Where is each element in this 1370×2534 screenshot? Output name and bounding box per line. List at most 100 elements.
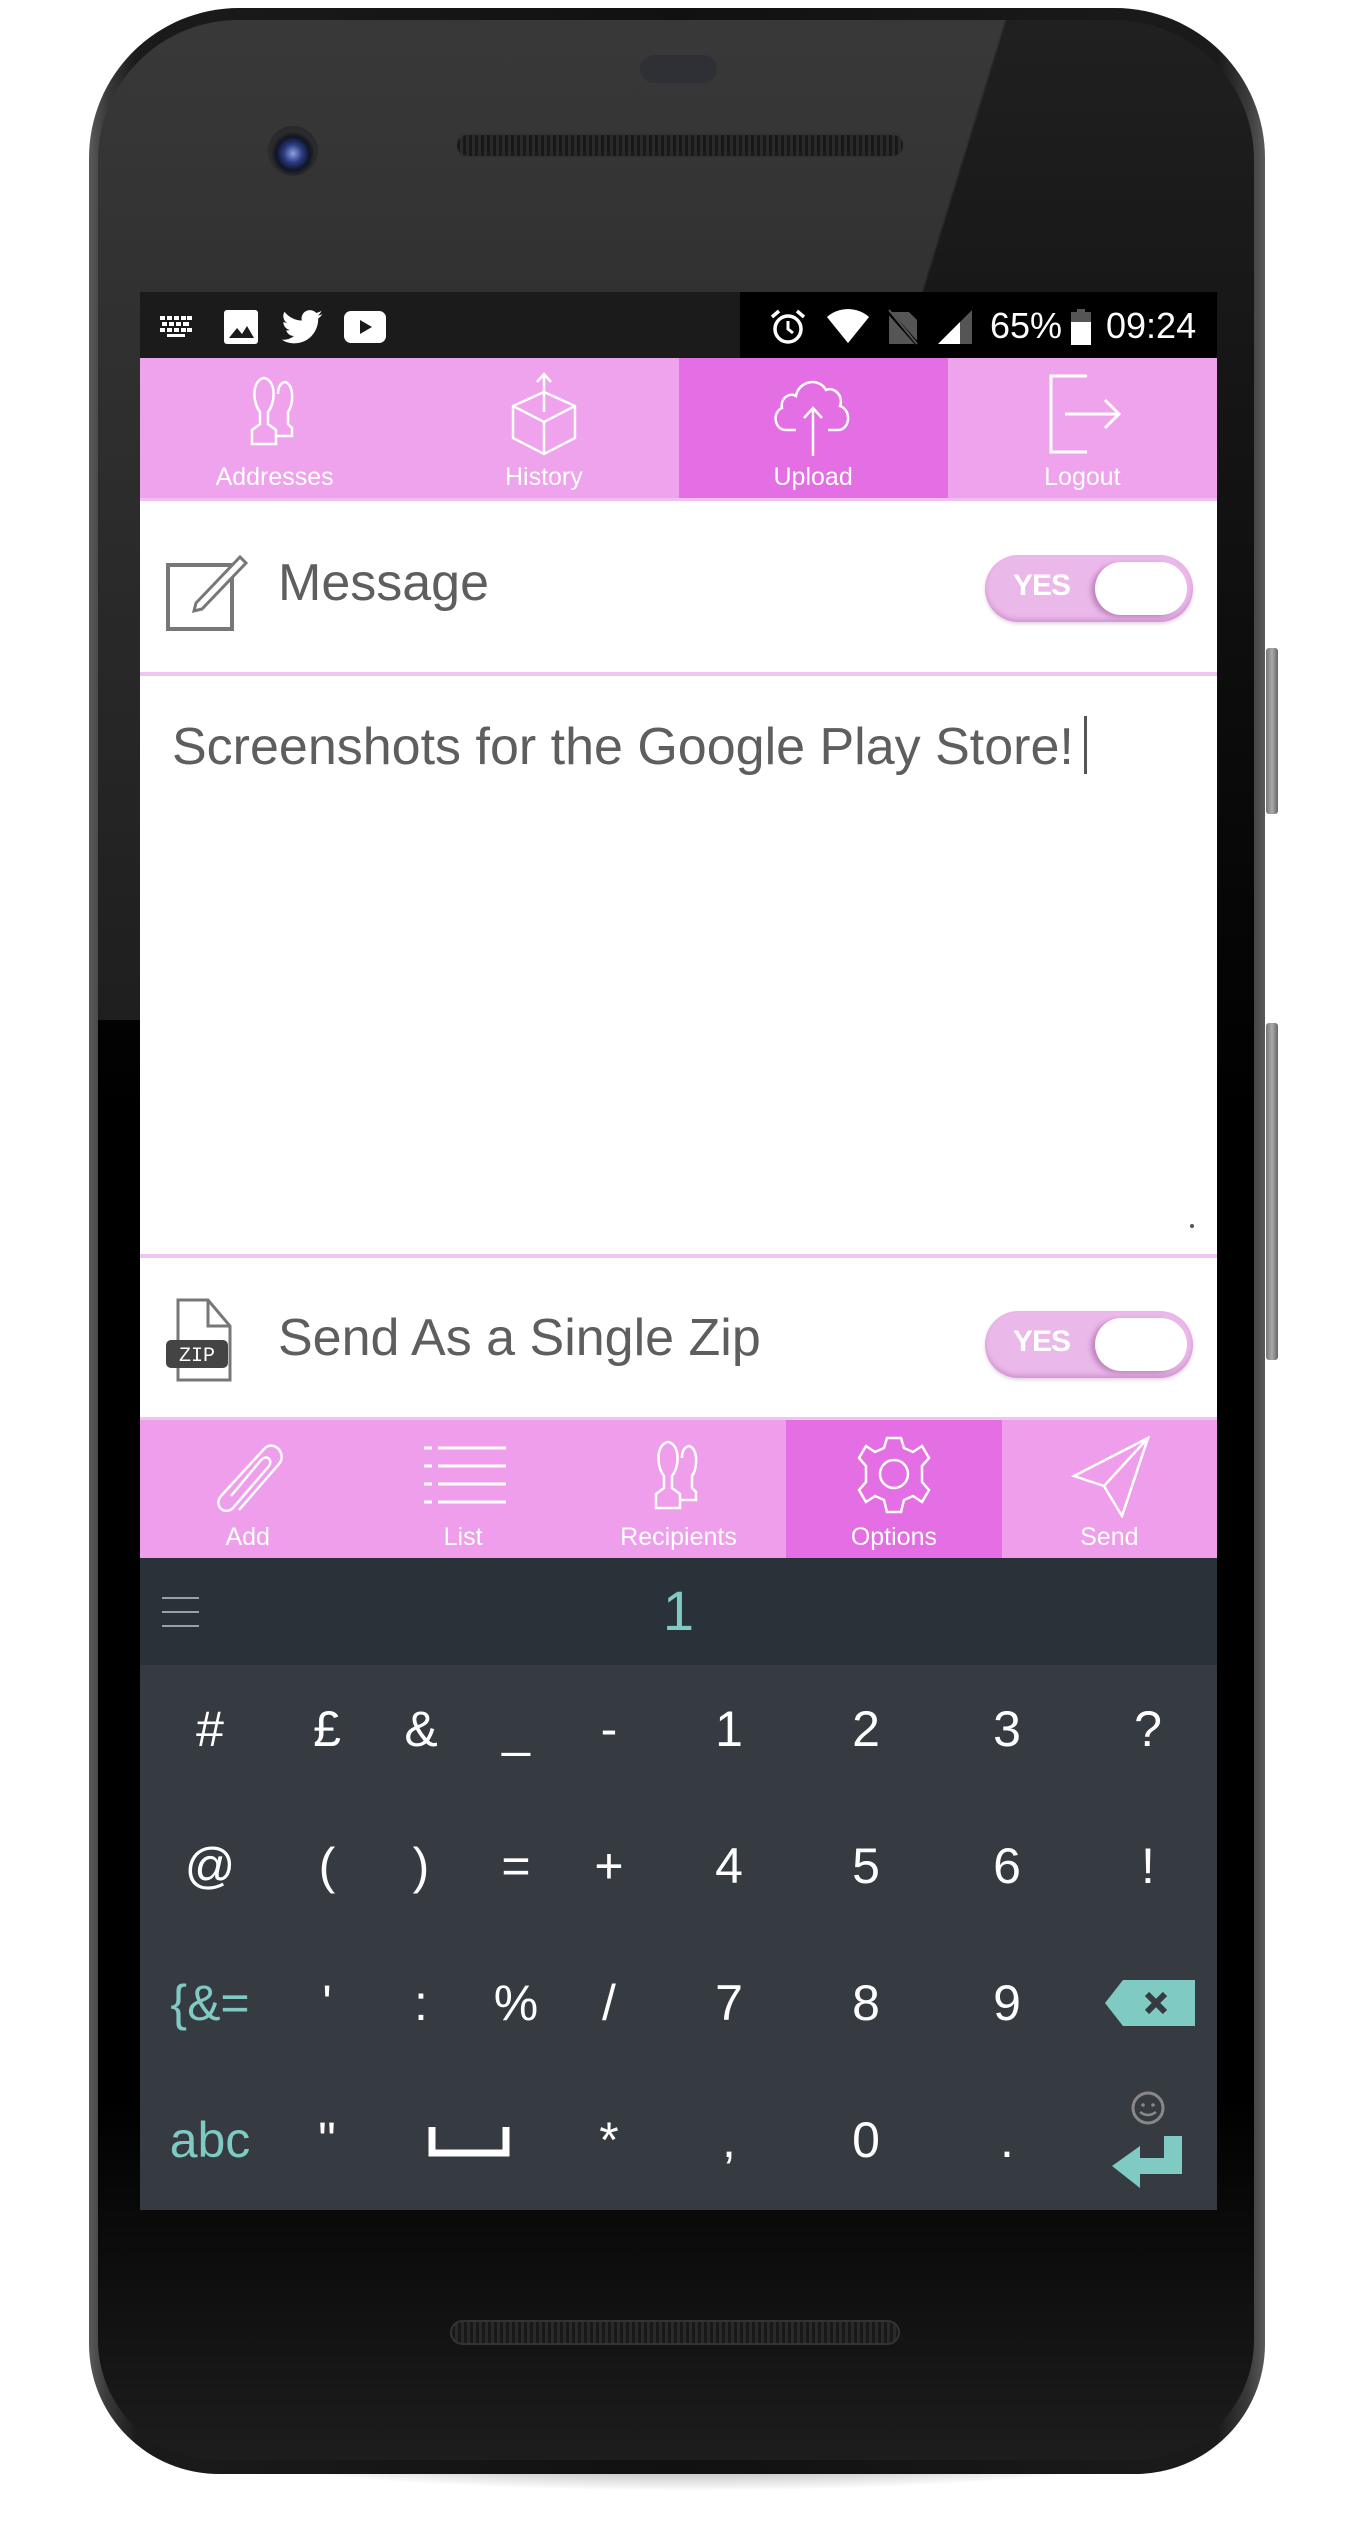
key[interactable]: ) xyxy=(366,1806,476,1926)
tab-label: Recipients xyxy=(620,1523,737,1551)
key[interactable]: + xyxy=(554,1806,664,1926)
message-row: Message YES xyxy=(140,501,1217,672)
enter-icon xyxy=(1112,2091,1182,2188)
key[interactable]: : xyxy=(366,1943,476,2063)
status-bar: 65% 09:24 xyxy=(140,292,1217,358)
recipients-icon xyxy=(654,1440,697,1510)
contacts-icon xyxy=(250,376,293,446)
key[interactable]: ! xyxy=(1093,1806,1203,1926)
key[interactable]: & xyxy=(366,1669,476,1789)
suggestion-word[interactable]: 1 xyxy=(140,1578,1217,1643)
svg-text:ZIP: ZIP xyxy=(179,1345,215,1368)
tab-label: Logout xyxy=(1044,463,1121,491)
zip-row: ZIP Send As a Single Zip YES xyxy=(140,1258,1217,1417)
key[interactable]: 5 xyxy=(811,1806,921,1926)
key[interactable]: 9 xyxy=(952,1943,1062,2063)
toggle-label: YES xyxy=(1013,569,1071,602)
symbols-key[interactable]: {&= xyxy=(155,1943,265,2063)
text-caret xyxy=(1083,716,1087,774)
tab-addresses[interactable]: Addresses xyxy=(140,358,409,498)
key[interactable]: . xyxy=(952,2080,1062,2200)
wifi-icon xyxy=(825,308,871,346)
resize-handle[interactable] xyxy=(1190,1224,1194,1228)
battery-icon xyxy=(1070,308,1092,346)
tab-recipients[interactable]: Recipients xyxy=(571,1420,786,1558)
key[interactable]: ? xyxy=(1093,1669,1203,1789)
tab-upload[interactable]: Upload xyxy=(678,358,948,498)
key[interactable]: 7 xyxy=(674,1943,784,2063)
key[interactable]: 1 xyxy=(674,1669,784,1789)
toggle-label: YES xyxy=(1013,1325,1071,1358)
box-icon xyxy=(511,372,577,456)
key[interactable]: 0 xyxy=(811,2080,921,2200)
key[interactable]: @ xyxy=(155,1806,265,1926)
key[interactable]: / xyxy=(554,1943,664,2063)
space-icon xyxy=(428,2127,510,2157)
tab-label: History xyxy=(504,463,583,491)
key[interactable]: 2 xyxy=(811,1669,921,1789)
power-button xyxy=(1266,648,1278,814)
keyboard-suggestion-bar: 1 xyxy=(140,1558,1217,1665)
key[interactable]: # xyxy=(155,1669,265,1789)
tab-options[interactable]: Options xyxy=(786,1420,1002,1558)
message-text: Screenshots for the Google Play Store! xyxy=(172,718,1074,776)
space-key[interactable] xyxy=(414,2080,524,2200)
list-icon xyxy=(424,1446,507,1504)
enter-key[interactable] xyxy=(1093,2080,1203,2200)
tab-label: Send xyxy=(1080,1523,1139,1551)
zip-toggle[interactable]: YES xyxy=(985,1311,1193,1378)
tab-add[interactable]: Add xyxy=(140,1420,355,1558)
tab-list[interactable]: List xyxy=(355,1420,570,1558)
tab-logout[interactable]: Logout xyxy=(948,358,1217,498)
toggle-knob xyxy=(1095,562,1187,615)
key[interactable]: , xyxy=(674,2080,784,2200)
key[interactable]: - xyxy=(554,1669,664,1789)
front-camera xyxy=(268,126,318,176)
message-label: Message xyxy=(278,554,489,612)
signal-icon xyxy=(937,308,973,346)
earpiece-speaker xyxy=(455,133,905,158)
key[interactable]: 6 xyxy=(952,1806,1062,1926)
backspace-key[interactable] xyxy=(1095,1943,1205,2063)
proximity-sensor xyxy=(640,55,717,83)
key[interactable]: " xyxy=(272,2080,382,2200)
battery-percent: 65% xyxy=(990,305,1063,346)
key[interactable]: 4 xyxy=(674,1806,784,1926)
abc-key[interactable]: abc xyxy=(155,2080,265,2200)
youtube-icon xyxy=(343,308,387,346)
keyboard: # £ & _ - 1 2 3 ? @ ( ) = + 4 5 6 ! {&= … xyxy=(140,1665,1217,2210)
send-icon xyxy=(1071,1435,1151,1518)
paperclip-icon xyxy=(216,1444,283,1513)
app-screen: 65% 09:24 Addresses History Upload Logou… xyxy=(140,292,1217,2210)
tab-send[interactable]: Send xyxy=(1002,1420,1217,1558)
message-toggle[interactable]: YES xyxy=(985,555,1193,622)
gear-icon xyxy=(857,1436,931,1514)
alarm-icon xyxy=(768,308,808,346)
message-textarea[interactable]: Screenshots for the Google Play Store! xyxy=(140,676,1217,1254)
tab-label: Options xyxy=(850,1523,937,1551)
key[interactable]: * xyxy=(554,2080,664,2200)
zip-label: Send As a Single Zip xyxy=(278,1309,761,1367)
key[interactable]: 8 xyxy=(811,1943,921,2063)
edit-icon xyxy=(166,551,250,636)
bottom-nav: Add List Recipients Options Send xyxy=(140,1417,1217,1558)
no-sim-icon xyxy=(885,308,921,346)
tab-history[interactable]: History xyxy=(409,358,678,498)
logout-icon xyxy=(1049,374,1122,454)
zip-file-icon: ZIP xyxy=(164,1298,244,1387)
toggle-knob xyxy=(1095,1318,1187,1371)
tab-label: Upload xyxy=(773,463,853,491)
image-icon xyxy=(223,308,259,346)
top-nav: Addresses History Upload Logout xyxy=(140,358,1217,501)
volume-button xyxy=(1266,1023,1278,1360)
clock: 09:24 xyxy=(1106,305,1197,346)
bottom-speaker xyxy=(450,2320,900,2345)
backspace-icon xyxy=(1105,1980,1195,2026)
tab-label: Addresses xyxy=(215,463,334,491)
tab-label: List xyxy=(443,1523,483,1551)
key[interactable]: 3 xyxy=(952,1669,1062,1789)
twitter-icon xyxy=(280,308,324,346)
tab-label: Add xyxy=(225,1523,270,1551)
cloud-upload-icon xyxy=(774,380,850,456)
keyboard-icon xyxy=(158,308,194,346)
